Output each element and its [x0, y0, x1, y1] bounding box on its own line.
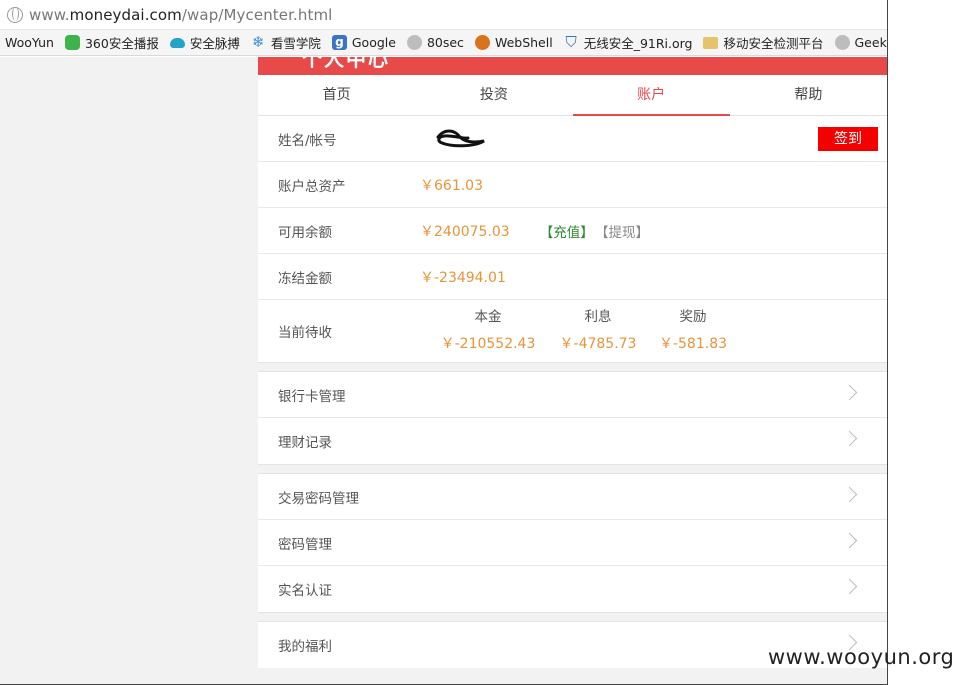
cloud-icon [169, 37, 185, 48]
total-assets-row: 账户总资产 ￥661.03 [258, 162, 887, 208]
chevron-right-icon [841, 486, 858, 503]
bookmark-kanxue[interactable]: ❄ 看雪学院 [251, 33, 321, 52]
menu-group-2: 交易密码管理 密码管理 实名认证 [258, 474, 887, 612]
globe-icon [834, 35, 850, 50]
url-text[interactable]: www.moneydai.com/wap/Mycenter.html [29, 6, 332, 24]
tab-home[interactable]: 首页 [258, 75, 415, 115]
watermark: www.wooyun.org [768, 645, 955, 669]
snowflake-icon: ❄ [252, 33, 265, 51]
total-assets-label: 账户总资产 [278, 178, 346, 195]
bookmark-google[interactable]: g Google [331, 35, 396, 50]
window-edge [887, 0, 888, 685]
balance-row: 可用余额 ￥240075.03 【充值】 【提现】 [258, 208, 887, 254]
chevron-right-icon [841, 578, 858, 595]
balance-label: 可用余额 [278, 224, 332, 241]
bookmark-91ri[interactable]: ⛉ 无线安全_91Ri.org [564, 33, 693, 52]
tab-help[interactable]: 帮助 [730, 75, 887, 115]
pending-row: 当前待收 本金 ￥-210552.43 利息 ￥-4785.73 奖励 ￥-58… [258, 300, 887, 362]
folder-icon [703, 36, 719, 49]
menu-item-bank-card[interactable]: 银行卡管理 [258, 372, 887, 418]
globe-icon [406, 35, 422, 50]
pending-interest: 利息 ￥-4785.73 [548, 305, 648, 353]
google-icon: g [331, 35, 347, 50]
frozen-row: 冻结金额 ￥-23494.01 [258, 254, 887, 300]
menu-item-label: 我的福利 [278, 639, 332, 655]
frozen-label: 冻结金额 [278, 270, 332, 287]
total-assets-value: ￥661.03 [420, 177, 483, 194]
address-bar[interactable]: www.moneydai.com/wap/Mycenter.html [0, 0, 888, 30]
redaction-scribble [436, 129, 485, 148]
pending-principal-value: ￥-210552.43 [440, 336, 536, 352]
globe-icon [7, 6, 23, 23]
chevron-right-icon [841, 384, 858, 401]
bookmark-webshell[interactable]: WebShell [474, 35, 553, 50]
menu-item-label: 交易密码管理 [278, 490, 359, 507]
bookmark-360[interactable]: 360安全播报 [64, 33, 159, 52]
section-divider [258, 362, 887, 372]
account-summary: 姓名/帐号 签到 账户总资产 ￥661.03 可用余额 ￥240075.03 【… [258, 116, 887, 362]
menu-item-label: 密码管理 [278, 536, 332, 553]
name-label: 姓名/帐号 [278, 132, 337, 149]
pending-interest-head: 利息 [584, 309, 612, 325]
webshell-icon [474, 35, 490, 50]
frozen-value: ￥-23494.01 [420, 269, 506, 286]
shield-icon: ⛉ [565, 33, 577, 51]
section-divider [258, 464, 887, 474]
section-divider [258, 612, 887, 622]
menu-item-label: 实名认证 [278, 583, 332, 599]
pending-reward-value: ￥-581.83 [658, 336, 728, 352]
bookmark-80sec[interactable]: 80sec [406, 35, 464, 50]
recharge-link[interactable]: 【充值】 [540, 225, 594, 241]
bookmark-anquanmaibo[interactable]: 安全脉搏 [169, 33, 240, 52]
menu-item-password[interactable]: 密码管理 [258, 520, 887, 566]
pending-label: 当前待收 [278, 325, 332, 341]
menu-group-1: 银行卡管理 理财记录 [258, 372, 887, 464]
signin-button[interactable]: 签到 [818, 127, 878, 151]
bookmark-mobile-security[interactable]: 移动安全检测平台 [703, 33, 824, 52]
menu-item-label: 理财记录 [278, 435, 332, 451]
mobile-page: 个人中心 首页 投资 账户 帮助 姓名/帐号 签到 账户总资产 ￥661.03 … [258, 57, 887, 684]
menu-item-trade-password[interactable]: 交易密码管理 [258, 474, 887, 520]
withdraw-link[interactable]: 【提现】 [602, 225, 649, 241]
pending-reward-head: 奖励 [679, 309, 707, 325]
menu-item-label: 银行卡管理 [278, 388, 346, 405]
bookmark-geekg[interactable]: GeekG [834, 35, 888, 50]
pending-columns: 本金 ￥-210552.43 利息 ￥-4785.73 奖励 ￥-581.83 [428, 305, 738, 353]
360-icon [64, 35, 80, 50]
pending-principal-head: 本金 [474, 309, 502, 325]
nav-tabs: 首页 投资 账户 帮助 [258, 75, 887, 116]
page-title: 个人中心 [302, 57, 390, 71]
header-bar: 个人中心 [258, 57, 887, 75]
name-row: 姓名/帐号 签到 [258, 116, 887, 162]
menu-item-finance-records[interactable]: 理财记录 [258, 418, 887, 464]
page-side-area [0, 57, 258, 685]
chevron-right-icon [841, 430, 858, 447]
tab-invest[interactable]: 投资 [415, 75, 572, 115]
pending-principal: 本金 ￥-210552.43 [428, 305, 548, 353]
balance-value: ￥240075.03 [420, 223, 510, 240]
pending-reward: 奖励 ￥-581.83 [648, 305, 738, 353]
pending-interest-value: ￥-4785.73 [559, 336, 637, 352]
menu-item-real-name[interactable]: 实名认证 [258, 566, 887, 612]
chevron-right-icon [841, 532, 858, 549]
tab-account[interactable]: 账户 [572, 75, 731, 116]
bookmark-wooyun[interactable]: WooYun [5, 35, 54, 50]
bookmarks-bar: WooYun 360安全播报 安全脉搏 ❄ 看雪学院 g Google 80sec … [0, 30, 888, 56]
